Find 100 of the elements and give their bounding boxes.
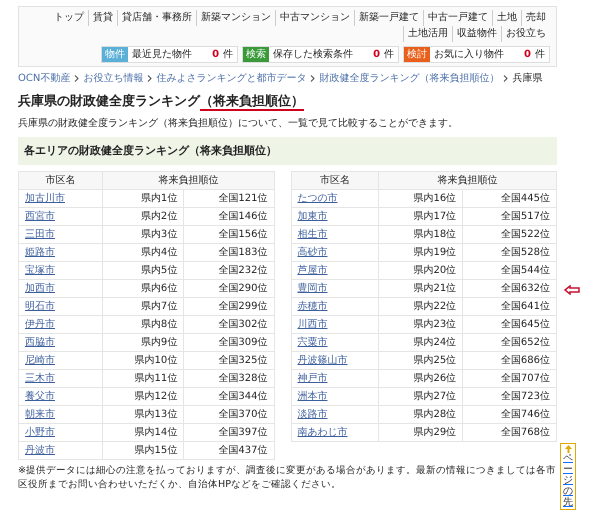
table-cell: 県内3位 xyxy=(102,226,184,244)
nav-link[interactable]: 中古一戸建て xyxy=(423,10,492,26)
nav-link[interactable]: トップ xyxy=(50,10,88,26)
table-cell: 全国344位 xyxy=(184,388,274,406)
footnote-text: ※提供データには細心の注意を払っておりますが、調査後に変更がある場合があります。最新の情報につきましては各市区役所までお問い合わせいただくか、自治体HPなどをご確認ください。 xyxy=(18,464,557,492)
table-cell: 県内24位 xyxy=(378,334,463,352)
table-cell: 県内20位 xyxy=(378,262,463,280)
table-cell: 県内26位 xyxy=(378,370,463,388)
table-cell: 県内6位 xyxy=(102,280,184,298)
nav-link[interactable]: 新築一戸建て xyxy=(354,10,423,26)
page-title: 兵庫県の財政健全度ランキング（将来負担順位） xyxy=(18,92,305,112)
breadcrumb-link[interactable]: OCN不動産 xyxy=(18,71,70,86)
table-cell: 県内17位 xyxy=(378,208,463,226)
chevron-icon xyxy=(310,75,316,82)
table-cell: 県内25位 xyxy=(378,352,463,370)
chevron-icon xyxy=(503,75,508,82)
description-text: 兵庫県の財政健全度ランキング（将来負担順位）について、一覧で見て比較することができます。 xyxy=(18,116,459,130)
counter-tag: 物件 xyxy=(102,47,128,62)
nav-link[interactable]: 中古マンション xyxy=(275,10,354,26)
nav-link[interactable]: 収益物件 xyxy=(452,26,501,42)
table-cell: 県内8位 xyxy=(102,316,184,334)
table-cell: 全国686位 xyxy=(462,352,556,370)
table-cell: 全国121位 xyxy=(184,190,274,208)
column-header: 市区名 xyxy=(18,172,103,190)
nav-link[interactable]: 賃貸 xyxy=(88,10,117,26)
counter-count: 0 xyxy=(524,48,531,62)
table-cell: 県内19位 xyxy=(378,244,463,262)
table-cell: 県内21位 xyxy=(378,280,463,298)
counter-label: 保存した検索条件 xyxy=(273,48,354,62)
table-cell: 全国707位 xyxy=(462,370,556,388)
counter-unit: 件 xyxy=(384,48,394,62)
table-cell: 全国302位 xyxy=(184,316,274,334)
table-cell: 県内22位 xyxy=(378,298,463,316)
table-cell: 全国723位 xyxy=(462,388,556,406)
counter-box[interactable]: 物件 最近見た物件 0 件 xyxy=(101,46,238,63)
table-cell: 全国328位 xyxy=(184,370,274,388)
table-cell: 全国528位 xyxy=(462,244,556,262)
table-cell: 県内13位 xyxy=(102,406,184,424)
breadcrumb-link[interactable]: 財政健全度ランキング（将来負担順位） xyxy=(319,71,500,86)
chevron-icon xyxy=(74,75,80,82)
left-arrow-icon xyxy=(564,285,580,295)
up-arrow-icon xyxy=(564,445,572,453)
counter-unit: 件 xyxy=(535,48,545,62)
table-cell: 県内23位 xyxy=(378,316,463,334)
table-cell: 県内18位 xyxy=(378,226,463,244)
table-cell: 県内12位 xyxy=(102,388,184,406)
table-cell: 県内29位 xyxy=(378,424,463,442)
table-cell: 県内4位 xyxy=(102,244,184,262)
section-heading: 各エリアの財政健全度ランキング（将来負担順位） xyxy=(18,136,557,165)
breadcrumb-link[interactable]: 住みよさランキングと都市データ xyxy=(156,71,306,86)
table-cell: 県内1位 xyxy=(102,190,184,208)
counter-tag: 検索 xyxy=(243,47,270,62)
nav-link[interactable]: お役立ち xyxy=(501,26,550,42)
chevron-icon xyxy=(147,75,152,82)
table-cell: 全国146位 xyxy=(184,208,274,226)
table-cell: 全国641位 xyxy=(462,298,556,316)
nav-link[interactable]: 土地 xyxy=(492,10,521,26)
breadcrumb-link[interactable]: お役立ち情報 xyxy=(83,71,144,86)
counter-label: 最近見た物件 xyxy=(132,48,192,62)
table-cell: 全国746位 xyxy=(462,406,556,424)
table-cell: 県内15位 xyxy=(102,442,184,460)
column-header: 将来負担順位 xyxy=(102,172,274,190)
table-cell: 全国437位 xyxy=(184,442,274,460)
nav-link[interactable]: 売却 xyxy=(521,10,550,26)
page-top-button[interactable]: ページの先 xyxy=(560,443,576,510)
table-cell: 全国156位 xyxy=(184,226,274,244)
table-cell: 県内14位 xyxy=(102,424,184,442)
table-cell: 全国183位 xyxy=(184,244,274,262)
table-cell: 全国299位 xyxy=(184,298,274,316)
table-cell: 全国652位 xyxy=(462,334,556,352)
table-cell: 全国645位 xyxy=(462,316,556,334)
table-cell: 全国370位 xyxy=(184,406,274,424)
counter-count: 0 xyxy=(373,48,380,62)
table-cell: 全国309位 xyxy=(184,334,274,352)
table-cell: 全国325位 xyxy=(184,352,274,370)
table-cell: 全国290位 xyxy=(184,280,274,298)
breadcrumb-current: 兵庫県 xyxy=(512,72,542,86)
table-cell: 県内28位 xyxy=(378,406,463,424)
table-cell: 県内11位 xyxy=(102,370,184,388)
table-cell: 県内27位 xyxy=(378,388,463,406)
counter-unit: 件 xyxy=(223,48,234,62)
table-cell: 県内9位 xyxy=(102,334,184,352)
table-cell: 県内7位 xyxy=(102,298,184,316)
counter-label: お気に入り物件 xyxy=(434,48,504,62)
table-cell: 県内5位 xyxy=(102,262,184,280)
table-cell: 全国232位 xyxy=(184,262,274,280)
table-cell: 県内10位 xyxy=(102,352,184,370)
counter-box[interactable]: 検討 お気に入り物件 0 件 xyxy=(403,46,550,63)
table-cell: 県内2位 xyxy=(102,208,184,226)
table-cell: 全国522位 xyxy=(462,226,556,244)
counter-tag: 検討 xyxy=(404,47,430,62)
nav-link[interactable]: 貸店舗・事務所 xyxy=(117,10,196,26)
table-cell: 全国445位 xyxy=(462,190,556,208)
nav-link[interactable]: 新築マンション xyxy=(196,10,275,26)
table-cell: 全国397位 xyxy=(184,424,274,442)
table-cell: 全国544位 xyxy=(462,262,556,280)
nav-link[interactable]: 土地活用 xyxy=(403,26,452,42)
column-header: 市区名 xyxy=(291,172,379,190)
table-cell: 全国517位 xyxy=(462,208,556,226)
counter-box[interactable]: 検索 保存した検索条件 0 件 xyxy=(242,46,400,63)
